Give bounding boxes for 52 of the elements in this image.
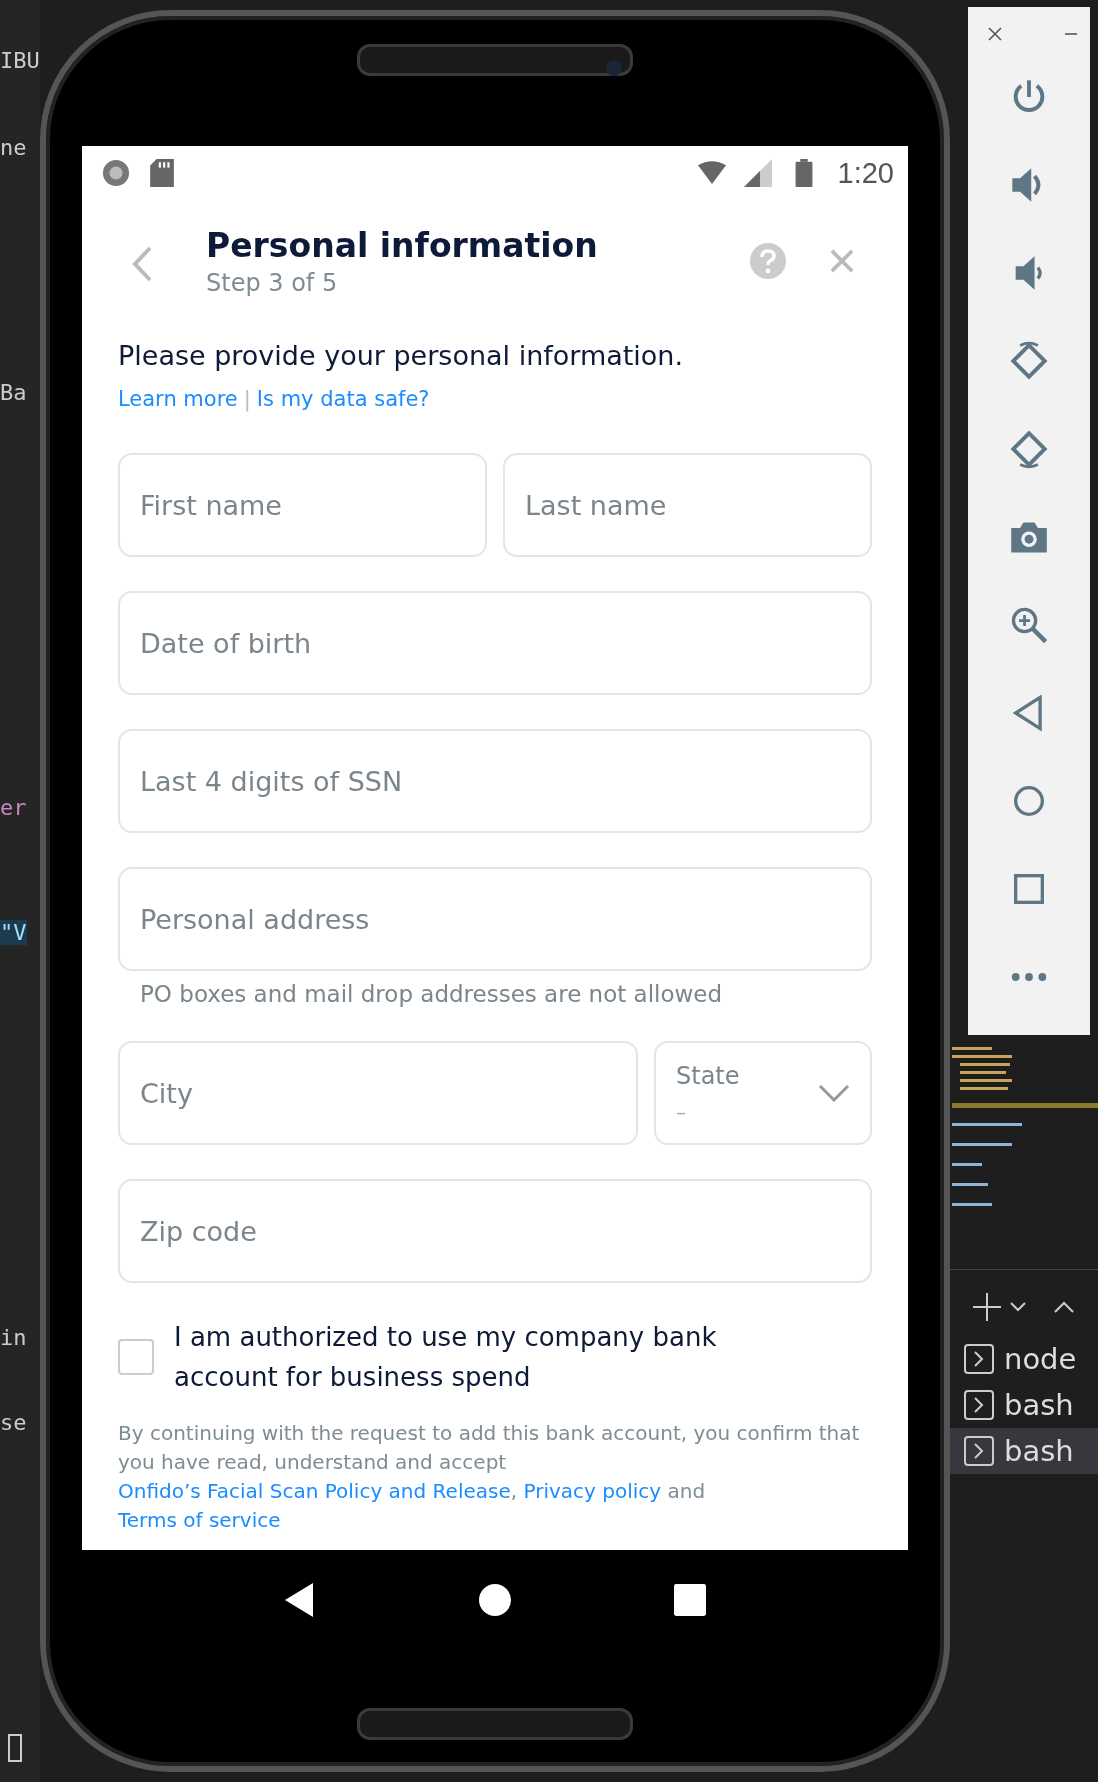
text-input-field[interactable]: First name xyxy=(118,453,487,557)
terminal-tab[interactable]: bash xyxy=(950,1382,1098,1428)
code-text: IBU xyxy=(0,48,40,73)
text-input-field[interactable]: Date of birth xyxy=(118,591,872,695)
text-input-field[interactable]: Last name xyxy=(503,453,872,557)
legal-text: By continuing with the request to add this bank account, you confirm that you have read, understand and accept Onfido’s Facial Scan Policy and Release, Privacy policy and Terms of service xyxy=(118,1420,861,1534)
code-text: se xyxy=(0,1410,27,1435)
data-safety-link[interactable]: Is my data safe? xyxy=(256,387,430,411)
checkbox-label: I am authorized to use my company bank account for business spend xyxy=(174,1321,718,1394)
clock-text: 1:20 xyxy=(837,156,894,190)
code-text: "V xyxy=(0,920,27,945)
checkbox[interactable] xyxy=(118,1339,154,1375)
helper-text: PO boxes and mail drop addresses are not allowed xyxy=(139,980,724,1007)
chevron-down-icon xyxy=(818,1084,850,1102)
zoom-icon[interactable] xyxy=(1009,605,1049,645)
record-icon xyxy=(102,159,130,187)
policy-link[interactable]: Terms of service xyxy=(118,1508,281,1532)
policy-link[interactable]: Onfido’s Facial Scan Policy and Release xyxy=(118,1479,511,1503)
terminal-icon xyxy=(964,1390,994,1420)
learn-more-link[interactable]: Learn more xyxy=(118,387,238,411)
code-text: er xyxy=(0,795,27,820)
code-text: in xyxy=(0,1325,27,1350)
code-text: Ba xyxy=(0,380,27,405)
text-input-field[interactable]: Last 4 digits of SSN xyxy=(118,729,872,833)
terminal-tab[interactable]: node xyxy=(950,1336,1098,1382)
text-input-field[interactable]: Personal address xyxy=(118,867,872,971)
terminal-tab[interactable]: bash xyxy=(950,1428,1098,1474)
separator-text: | xyxy=(243,387,251,411)
terminal-icon xyxy=(964,1344,994,1374)
page-title: Personal information xyxy=(206,225,599,265)
overview-icon[interactable] xyxy=(674,1583,707,1617)
rotate-left-icon[interactable] xyxy=(1009,341,1049,381)
state-dropdown[interactable]: State – xyxy=(654,1041,872,1145)
home-icon[interactable] xyxy=(479,1583,511,1617)
step-indicator: Step 3 of 5 xyxy=(206,268,339,297)
chevron-down-icon[interactable] xyxy=(1010,1302,1026,1312)
code-text: ne xyxy=(0,135,27,160)
signal-icon xyxy=(743,159,772,187)
policy-link[interactable]: Privacy policy xyxy=(523,1479,662,1503)
terminal-icon xyxy=(964,1436,994,1466)
field-value: – xyxy=(676,1100,687,1124)
text-input-field[interactable]: City xyxy=(118,1041,638,1145)
text-input-field[interactable]: Zip code xyxy=(118,1179,872,1283)
chevron-up-icon[interactable] xyxy=(1054,1301,1074,1313)
back-icon[interactable] xyxy=(283,1583,316,1617)
field-label: State xyxy=(676,1062,740,1090)
plus-icon[interactable] xyxy=(972,1292,1002,1322)
sd-card-icon xyxy=(148,159,176,187)
close-icon[interactable] xyxy=(988,27,1002,41)
instruction-text: Please provide your personal information. xyxy=(118,340,685,371)
rotate-right-icon[interactable] xyxy=(1009,429,1049,469)
panel-icon xyxy=(8,1734,22,1762)
